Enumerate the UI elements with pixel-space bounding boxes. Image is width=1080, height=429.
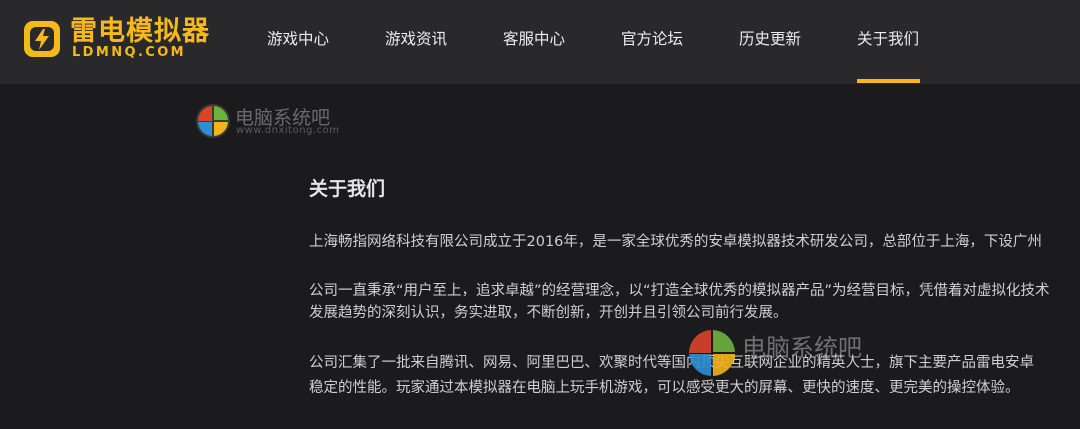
- paragraph-3-line-2: 稳定的性能。玩家通过本模拟器在电脑上玩手机游戏，可以感受更大的屏幕、更快的速度、…: [309, 380, 1020, 396]
- paragraph-2-line-2: 发展趋势的深刻认识，务实进取，不断创新，开创并且引领公司前行发展。: [309, 305, 788, 321]
- paragraph-1-line-1: 上海畅指网络科技有限公司成立于2016年，是一家全球优秀的安卓模拟器技术研发公司…: [309, 234, 1042, 250]
- page-title: 关于我们: [309, 178, 386, 200]
- paragraph-2-line-1: 公司一直秉承“用户至上，追求卓越”的经营理念，以“打造全球优秀的模拟器产品”为经…: [309, 283, 1050, 299]
- windows-logo-icon: [196, 104, 230, 138]
- paragraph-3-line-1: 公司汇集了一批来自腾讯、网易、阿里巴巴、欢聚时代等国内顶尖互联网企业的精英人士，…: [309, 355, 1034, 371]
- about-content: 关于我们 上海畅指网络科技有限公司成立于2016年，是一家全球优秀的安卓模拟器技…: [309, 0, 1080, 429]
